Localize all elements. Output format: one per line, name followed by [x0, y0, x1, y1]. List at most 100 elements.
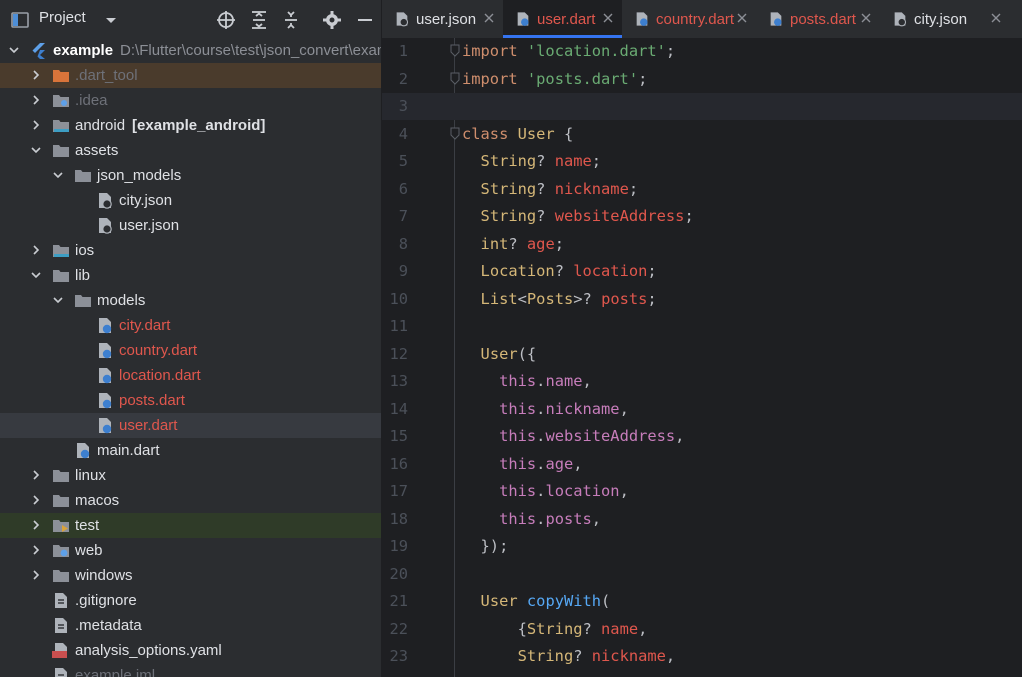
folder-icon — [53, 145, 69, 157]
line-number: 5 — [398, 152, 408, 170]
code-line[interactable]: 17 this.location, — [382, 478, 1022, 505]
code-line[interactable]: 18 this.posts, — [382, 506, 1022, 533]
close-icon[interactable] — [990, 12, 1002, 24]
fold-marker-icon[interactable] — [450, 44, 460, 58]
close-icon[interactable] — [860, 12, 872, 24]
code-line[interactable]: 11 — [382, 313, 1022, 340]
gear-icon[interactable] — [322, 10, 342, 30]
tree-item[interactable]: windows — [0, 563, 381, 588]
tree-item-name: .metadata — [75, 617, 142, 634]
code-line[interactable]: 21 User copyWith( — [382, 588, 1022, 615]
tree-item[interactable]: user.dart — [0, 413, 381, 438]
tree-item[interactable]: android [example_android] — [0, 113, 381, 138]
code-line[interactable]: 8 int? age; — [382, 231, 1022, 258]
close-icon[interactable] — [602, 12, 614, 24]
fold-marker-icon[interactable] — [450, 127, 460, 141]
line-number: 2 — [398, 69, 408, 88]
editor-tab[interactable]: user.json — [382, 0, 503, 38]
code-line[interactable]: 4 class User { — [382, 121, 1022, 148]
tree-item-name: test — [75, 517, 100, 534]
tree-item[interactable]: example.iml — [0, 663, 381, 677]
tree-item[interactable]: linux — [0, 463, 381, 488]
chevron-down-icon[interactable] — [8, 44, 20, 56]
tree-item[interactable]: .gitignore — [0, 588, 381, 613]
tree-item[interactable]: user.json — [0, 213, 381, 238]
tree-item[interactable]: .idea — [0, 88, 381, 113]
close-icon[interactable] — [483, 12, 495, 24]
code-line[interactable]: 19 }); — [382, 533, 1022, 560]
chevron-down-icon[interactable] — [30, 269, 42, 281]
tree-item[interactable]: location.dart — [0, 363, 381, 388]
editor-tab[interactable]: city.json — [880, 0, 1010, 38]
chevron-down-icon[interactable] — [52, 169, 64, 181]
code-line[interactable]: 7 String? websiteAddress; — [382, 203, 1022, 230]
line-number: 17 — [389, 482, 408, 500]
editor-tab[interactable]: posts.dart — [756, 0, 880, 38]
file-icon — [55, 593, 67, 608]
editor-tab[interactable]: user.dart — [503, 0, 622, 38]
project-panel-title[interactable]: Project — [39, 9, 86, 26]
tree-item[interactable]: assets — [0, 138, 381, 163]
code-line[interactable]: 16 this.age, — [382, 451, 1022, 478]
chevron-right-icon[interactable] — [30, 544, 42, 556]
tree-item[interactable]: .metadata — [0, 613, 381, 638]
chevron-right-icon[interactable] — [30, 494, 42, 506]
code-line[interactable]: 6 String? nickname; — [382, 176, 1022, 203]
tree-item[interactable]: country.dart — [0, 338, 381, 363]
tree-item[interactable]: web — [0, 538, 381, 563]
tree-item[interactable]: lib — [0, 263, 381, 288]
code-line[interactable]: 5 String? name; — [382, 148, 1022, 175]
code-line[interactable]: 14 this.nickname, — [382, 396, 1022, 423]
chevron-right-icon[interactable] — [30, 119, 42, 131]
locate-file-icon[interactable] — [216, 10, 236, 30]
code-line[interactable]: 2 import 'posts.dart'; — [382, 66, 1022, 93]
chevron-down-icon[interactable] — [30, 144, 42, 156]
code-token: name — [545, 372, 583, 390]
code-line[interactable]: 15 this.websiteAddress, — [382, 423, 1022, 450]
tree-item[interactable]: analysis_options.yaml — [0, 638, 381, 663]
tree-item[interactable]: macos — [0, 488, 381, 513]
editor-tab[interactable]: country.dart — [622, 0, 756, 38]
chevron-right-icon[interactable] — [30, 244, 42, 256]
code-token: ; — [628, 179, 639, 198]
tree-item[interactable]: city.json — [0, 188, 381, 213]
code-line[interactable]: 23 String? nickname, — [382, 643, 1022, 670]
expand-all-icon[interactable] — [249, 10, 269, 30]
chevron-right-icon[interactable] — [30, 569, 42, 581]
tree-item[interactable]: test — [0, 513, 381, 538]
code-line[interactable]: 10 List<Posts>? posts; — [382, 286, 1022, 313]
tree-item-name: assets — [75, 142, 119, 159]
tree-item[interactable]: main.dart — [0, 438, 381, 463]
code-token: name — [601, 619, 639, 638]
tree-item[interactable]: example D:\Flutter\course\test\json_conve… — [0, 38, 381, 63]
close-icon[interactable] — [736, 12, 748, 24]
tree-item[interactable]: ios — [0, 238, 381, 263]
tree-item-name: web — [75, 542, 103, 559]
chevron-down-icon[interactable] — [101, 10, 121, 30]
minimize-icon[interactable] — [355, 10, 375, 30]
tree-item[interactable]: city.dart — [0, 313, 381, 338]
code-line[interactable]: 20 — [382, 561, 1022, 588]
chevron-right-icon[interactable] — [30, 94, 42, 106]
code-line[interactable]: 12 User({ — [382, 341, 1022, 368]
project-view-icon[interactable] — [10, 10, 30, 30]
tree-item[interactable]: json_models — [0, 163, 381, 188]
tree-item[interactable]: models — [0, 288, 381, 313]
tree-item-name: example.iml — [75, 667, 156, 677]
code-line[interactable]: 13 this.name, — [382, 368, 1022, 395]
chevron-right-icon[interactable] — [30, 469, 42, 481]
folder-icon — [53, 570, 69, 582]
code-line[interactable]: 9 Location? location; — [382, 258, 1022, 285]
fold-marker-icon[interactable] — [450, 72, 460, 86]
code-line[interactable]: 22 {String? name, — [382, 616, 1022, 643]
tree-item[interactable]: .dart_tool — [0, 63, 381, 88]
tree-item[interactable]: posts.dart — [0, 388, 381, 413]
code-line[interactable]: 1 import 'location.dart'; — [382, 38, 1022, 65]
code-area[interactable]: 1 import 'location.dart'; 2 import 'posts.d… — [382, 38, 1022, 677]
chevron-right-icon[interactable] — [30, 519, 42, 531]
code-text: User copyWith( — [462, 588, 611, 615]
chevron-right-icon[interactable] — [30, 69, 42, 81]
collapse-all-icon[interactable] — [281, 10, 301, 30]
code-line[interactable]: 3 — [382, 93, 1022, 120]
chevron-down-icon[interactable] — [52, 294, 64, 306]
